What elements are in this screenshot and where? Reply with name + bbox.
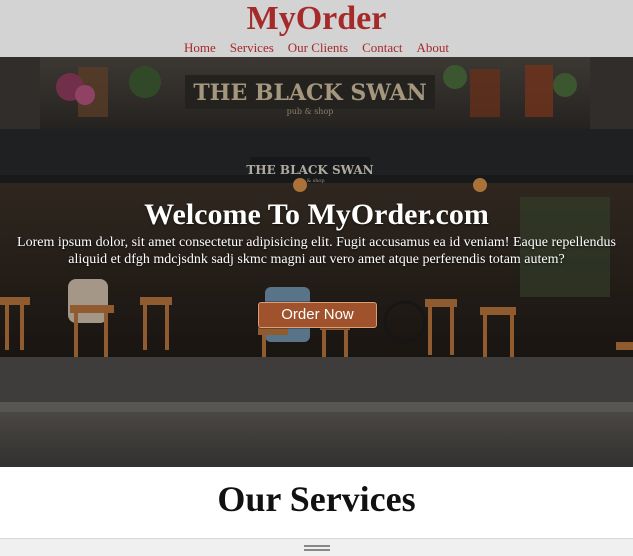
hero-section: THE BLACK SWAN pub & shop THE BLACK SWAN… (0, 57, 633, 467)
page: MyOrder Home Services Our Clients Contac… (0, 0, 633, 556)
nav-our-clients[interactable]: Our Clients (288, 40, 348, 56)
hero-description: Lorem ipsum dolor, sit amet consectetur … (17, 235, 616, 267)
services-section: Our Services (0, 467, 633, 538)
nav-contact[interactable]: Contact (362, 40, 402, 56)
nav-home[interactable]: Home (184, 40, 216, 56)
services-heading: Our Services (217, 479, 416, 519)
hero-title: Welcome To MyOrder.com (144, 198, 489, 231)
grip-handle-icon[interactable] (304, 545, 330, 551)
main-nav: Home Services Our Clients Contact About (0, 40, 633, 56)
nav-services[interactable]: Services (230, 40, 274, 56)
site-header: MyOrder Home Services Our Clients Contac… (0, 0, 633, 57)
brand-logo[interactable]: MyOrder (0, 0, 633, 38)
bottom-resize-bar[interactable] (0, 538, 633, 556)
nav-about[interactable]: About (417, 40, 450, 56)
order-now-button[interactable]: Order Now (258, 302, 377, 328)
